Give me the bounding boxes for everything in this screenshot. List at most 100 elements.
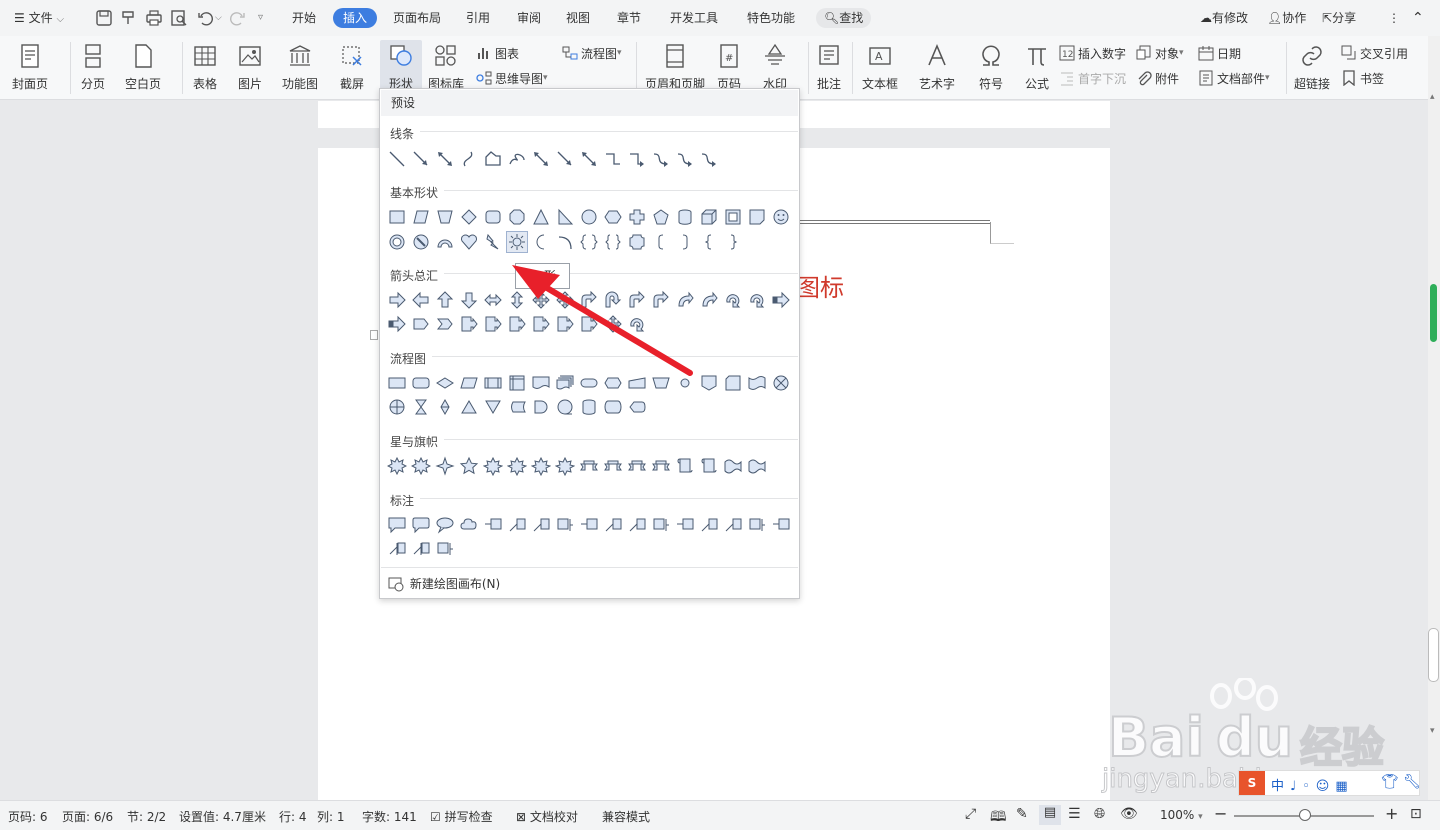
redo-icon[interactable] bbox=[229, 9, 247, 27]
cover-page-button[interactable]: 封面页 bbox=[12, 40, 48, 96]
screenshot-button[interactable]: 截屏 bbox=[339, 40, 365, 96]
customize-toolbar-icon[interactable]: ▿ bbox=[258, 8, 263, 28]
shape-dblarrow[interactable] bbox=[531, 149, 551, 169]
function-diagram-button[interactable]: 功能图 bbox=[282, 40, 318, 96]
collaborate-button[interactable]: 👤︎协作 bbox=[1267, 8, 1306, 28]
tab-special[interactable]: 特色功能 bbox=[747, 8, 795, 28]
shape-fc-tape[interactable] bbox=[747, 373, 767, 393]
shape-heart[interactable] bbox=[459, 232, 479, 252]
shape-co-line2[interactable] bbox=[723, 515, 743, 535]
shape-co-line2[interactable] bbox=[603, 515, 623, 535]
share-button[interactable]: ⇱分享 bbox=[1322, 8, 1356, 28]
flowchart-button[interactable]: 流程图 ▾ bbox=[562, 42, 622, 64]
tab-chapter[interactable]: 章节 bbox=[617, 8, 641, 28]
shape-scribble[interactable] bbox=[507, 149, 527, 169]
shape-smiley[interactable] bbox=[771, 207, 791, 227]
shape-circle[interactable] bbox=[579, 207, 599, 227]
shape-co-line[interactable] bbox=[579, 515, 599, 535]
shape-fc-merge[interactable] bbox=[483, 397, 503, 417]
shape-bolt[interactable] bbox=[483, 232, 503, 252]
page-view-icon[interactable]: ▤ bbox=[1039, 805, 1061, 825]
shape-fc-data[interactable] bbox=[459, 373, 479, 393]
shape-ribbon[interactable] bbox=[579, 456, 599, 476]
shape-cube[interactable] bbox=[699, 207, 719, 227]
shape-curve[interactable] bbox=[459, 149, 479, 169]
shape-noentry[interactable] bbox=[411, 232, 431, 252]
tab-page-layout[interactable]: 页面布局 bbox=[393, 8, 441, 28]
shape-rtri[interactable] bbox=[555, 207, 575, 227]
shape-st8[interactable] bbox=[530, 456, 552, 477]
tab-review[interactable]: 审阅 bbox=[517, 8, 541, 28]
tab-references[interactable]: 引用 bbox=[466, 8, 490, 28]
fullscreen-icon[interactable]: ⤢ bbox=[965, 806, 976, 822]
shape-co-line2[interactable] bbox=[699, 515, 719, 535]
shape-can[interactable] bbox=[675, 207, 695, 227]
symbol-button[interactable]: 符号 bbox=[978, 40, 1004, 96]
attachment-button[interactable]: 附件 bbox=[1136, 67, 1179, 89]
shape-arcline[interactable] bbox=[555, 232, 575, 252]
shape-ribbon[interactable] bbox=[603, 456, 623, 476]
zoom-slider-thumb[interactable] bbox=[1299, 809, 1311, 821]
shape-co-line2[interactable] bbox=[507, 515, 527, 535]
shape-penta[interactable] bbox=[651, 207, 671, 227]
shape-co-acc[interactable] bbox=[435, 539, 455, 559]
shape-fc-stored[interactable] bbox=[507, 397, 527, 417]
shape-ar-circ[interactable] bbox=[723, 290, 743, 310]
zoom-out-icon[interactable]: − bbox=[1214, 804, 1227, 823]
shape-curvedconn[interactable] bbox=[699, 149, 719, 169]
shirt-icon[interactable]: 👕︎ bbox=[1381, 774, 1399, 790]
shape-elbow[interactable] bbox=[603, 149, 623, 169]
shape-co-line2[interactable] bbox=[531, 515, 551, 535]
shape-ribbon[interactable] bbox=[627, 456, 647, 476]
shape-curvedconn[interactable] bbox=[675, 149, 695, 169]
wordart-button[interactable]: 艺术字 bbox=[919, 40, 955, 96]
new-canvas-button[interactable]: 新建绘图画布(N) bbox=[388, 574, 793, 594]
shape-bracepair[interactable] bbox=[603, 232, 623, 252]
shape-rbracket[interactable] bbox=[675, 232, 695, 252]
shape-co-line3[interactable] bbox=[411, 539, 431, 559]
shape-curvedconn[interactable] bbox=[651, 149, 671, 169]
shape-st-burst[interactable] bbox=[386, 456, 408, 476]
undo-icon[interactable] bbox=[196, 9, 214, 27]
revision-button[interactable]: ☁有修改 bbox=[1200, 8, 1248, 28]
shape-fc-delay[interactable] bbox=[531, 397, 551, 417]
comment-button[interactable]: 批注 bbox=[816, 40, 842, 96]
shape-fc-offpage[interactable] bbox=[699, 373, 719, 393]
ime-icons[interactable]: 中♩◦☺▦ bbox=[1271, 775, 1354, 794]
zoom-in-icon[interactable]: + bbox=[1385, 804, 1398, 823]
shape-arrowline[interactable] bbox=[555, 149, 575, 169]
shape-ar-striped[interactable] bbox=[387, 314, 407, 334]
picture-button[interactable]: 图片 bbox=[237, 40, 263, 96]
spell-check-button[interactable]: ☑ 拼写检查 bbox=[430, 808, 493, 825]
shape-octa[interactable] bbox=[507, 207, 527, 227]
shape-fc-proc[interactable] bbox=[387, 373, 407, 393]
shape-bevel[interactable] bbox=[723, 207, 743, 227]
shape-st8[interactable] bbox=[482, 456, 504, 477]
document-parts-button[interactable]: 文档部件 ▾ bbox=[1198, 67, 1270, 89]
shape-fc-dec[interactable] bbox=[435, 373, 455, 393]
shape-ribbon[interactable] bbox=[651, 456, 671, 476]
scroll-up-icon[interactable]: ▴ bbox=[1430, 92, 1435, 102]
shape-lbrace[interactable] bbox=[699, 232, 719, 252]
shape-st4[interactable] bbox=[435, 456, 455, 476]
shape-st5[interactable] bbox=[459, 456, 479, 476]
object-button[interactable]: 对象 ▾ bbox=[1136, 42, 1184, 64]
wrench-icon[interactable]: 🔧︎ bbox=[1403, 774, 1421, 790]
shape-ar-striped[interactable] bbox=[771, 290, 791, 310]
formula-button[interactable]: 公式 bbox=[1024, 40, 1050, 96]
shape-co-line3[interactable] bbox=[387, 539, 407, 559]
textbox-button[interactable]: A 文本框 bbox=[862, 40, 898, 96]
tab-developer[interactable]: 开发工具 bbox=[670, 8, 718, 28]
ime-toolbar[interactable]: S 中♩◦☺▦ 👕︎ 🔧︎ bbox=[1238, 770, 1421, 796]
blank-page-button[interactable]: 空白页 bbox=[125, 40, 161, 96]
shape-line[interactable] bbox=[387, 149, 407, 169]
shape-chevron[interactable] bbox=[435, 314, 455, 334]
status-setting[interactable]: 设置值: 4.7厘米 bbox=[179, 808, 266, 825]
tab-home[interactable]: 开始 bbox=[292, 8, 316, 28]
shape-dblarrow[interactable] bbox=[435, 149, 455, 169]
shape-fc-direct[interactable] bbox=[603, 397, 623, 417]
shape-fc-card[interactable] bbox=[723, 373, 743, 393]
shape-co-acc[interactable] bbox=[555, 515, 575, 535]
web-view-icon[interactable]: 🌐︎ bbox=[1094, 806, 1105, 822]
shape-ar-curve[interactable] bbox=[699, 290, 719, 310]
